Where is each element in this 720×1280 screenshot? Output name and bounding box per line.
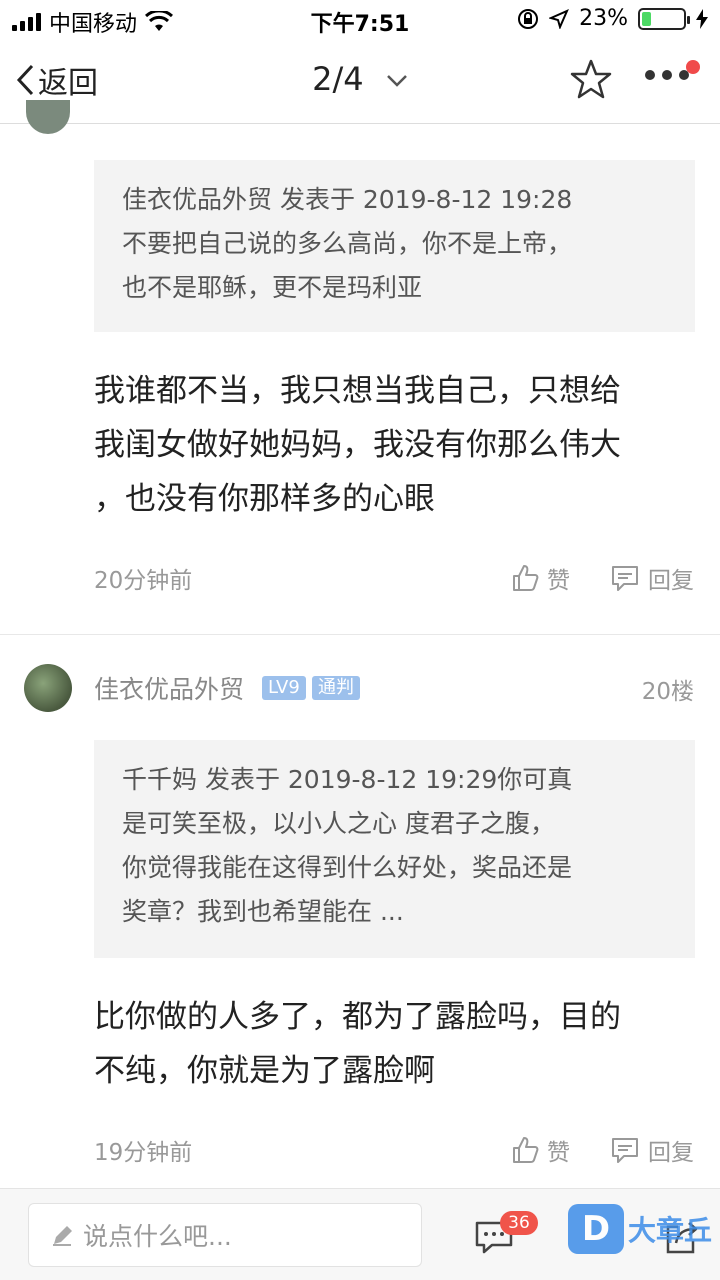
more-options-icon[interactable] bbox=[644, 68, 690, 82]
reply-line: 比你做的人多了，都为了露脸吗，目的 bbox=[94, 999, 621, 1035]
quote-line: 你觉得我能在这得到什么好处，奖品还是 bbox=[122, 853, 573, 882]
author-name[interactable]: 佳衣优品外贸 bbox=[94, 670, 244, 706]
reply-line: 我闺女做好她妈妈，我没有你那么伟大 bbox=[94, 427, 621, 463]
avatar[interactable] bbox=[26, 100, 70, 134]
watermark-logo-icon: D bbox=[568, 1204, 624, 1254]
like-label: 赞 bbox=[547, 1140, 570, 1166]
quote-line: 奖章？我到也希望能在 ... bbox=[122, 897, 404, 926]
thumbs-up-icon bbox=[513, 565, 539, 591]
post-meta: 20分钟前 赞 回复 bbox=[94, 558, 694, 598]
post-time: 20分钟前 bbox=[94, 568, 193, 594]
reply-label: 回复 bbox=[648, 1140, 694, 1166]
page-indicator-label: 2/4 bbox=[312, 60, 364, 98]
orientation-lock-icon bbox=[518, 8, 539, 29]
reply-line: 不纯，你就是为了露脸啊 bbox=[94, 1053, 435, 1089]
battery-icon bbox=[638, 7, 690, 30]
comment-placeholder: 说点什么吧... bbox=[83, 1222, 232, 1251]
watermark-logo: D 大章丘 bbox=[568, 1204, 712, 1254]
nav-bar: 返回 2/4 bbox=[0, 40, 720, 124]
post-header: 佳衣优品外贸 LV9 通判 20楼 bbox=[0, 664, 720, 712]
page-selector[interactable]: 2/4 bbox=[0, 60, 720, 98]
quoted-post: 佳衣优品外贸 发表于 2019-8-12 19:28 不要把自己说的多么高尚，你… bbox=[94, 160, 695, 332]
reply-line: ，也没有你那样多的心眼 bbox=[94, 481, 435, 517]
comment-input[interactable]: 说点什么吧... bbox=[28, 1203, 422, 1267]
quote-line: 也不是耶稣，更不是玛利亚 bbox=[122, 273, 423, 302]
status-right: 23% bbox=[517, 6, 708, 31]
battery-percent: 23% bbox=[579, 6, 628, 31]
avatar[interactable] bbox=[24, 664, 72, 712]
favorite-star-icon[interactable] bbox=[570, 58, 612, 100]
watermark-text: 大章丘 bbox=[628, 1214, 713, 1247]
comment-icon bbox=[612, 1138, 638, 1163]
floor-number: 20楼 bbox=[641, 679, 694, 705]
thumbs-up-icon bbox=[513, 1137, 539, 1163]
location-icon bbox=[549, 8, 570, 29]
notification-dot bbox=[686, 60, 700, 74]
charging-icon bbox=[696, 8, 708, 29]
reply-body: 比你做的人多了，都为了露脸吗，目的 不纯，你就是为了露脸啊 bbox=[94, 990, 694, 1098]
quote-line: 不要把自己说的多么高尚，你不是上帝， bbox=[122, 229, 573, 258]
comment-icon bbox=[612, 566, 638, 591]
reply-line: 我谁都不当，我只想当我自己，只想给 bbox=[94, 373, 621, 409]
like-button[interactable]: 赞 bbox=[511, 561, 570, 595]
chevron-down-icon bbox=[386, 75, 407, 87]
pencil-icon bbox=[53, 1226, 72, 1246]
reply-label: 回复 bbox=[648, 568, 694, 594]
post-time: 19分钟前 bbox=[94, 1140, 193, 1166]
quoted-post[interactable]: 千千妈 发表于 2019-8-12 19:29你可真 是可笑至极，以小人之心 度… bbox=[94, 740, 695, 958]
like-button[interactable]: 赞 bbox=[511, 1133, 570, 1167]
role-badge: 通判 bbox=[312, 676, 360, 700]
reply-button[interactable]: 回复 bbox=[610, 561, 694, 595]
like-label: 赞 bbox=[547, 568, 570, 594]
post-meta: 19分钟前 赞 回复 bbox=[94, 1130, 694, 1170]
status-bar: 中国移动 下午7:51 23% bbox=[0, 0, 720, 40]
quote-line: 是可笑至极，以小人之心 度君子之腹， bbox=[122, 809, 555, 838]
post-divider bbox=[0, 634, 720, 635]
comment-count-badge: 36 bbox=[500, 1211, 538, 1235]
level-badge: LV9 bbox=[262, 676, 306, 700]
reply-body: 我谁都不当，我只想当我自己，只想给 我闺女做好她妈妈，我没有你那么伟大 ，也没有… bbox=[94, 364, 694, 526]
quote-line: 佳衣优品外贸 发表于 2019-8-12 19:28 bbox=[122, 185, 573, 214]
quote-line: 千千妈 发表于 2019-8-12 19:29你可真 bbox=[122, 765, 573, 794]
reply-button[interactable]: 回复 bbox=[610, 1133, 694, 1167]
